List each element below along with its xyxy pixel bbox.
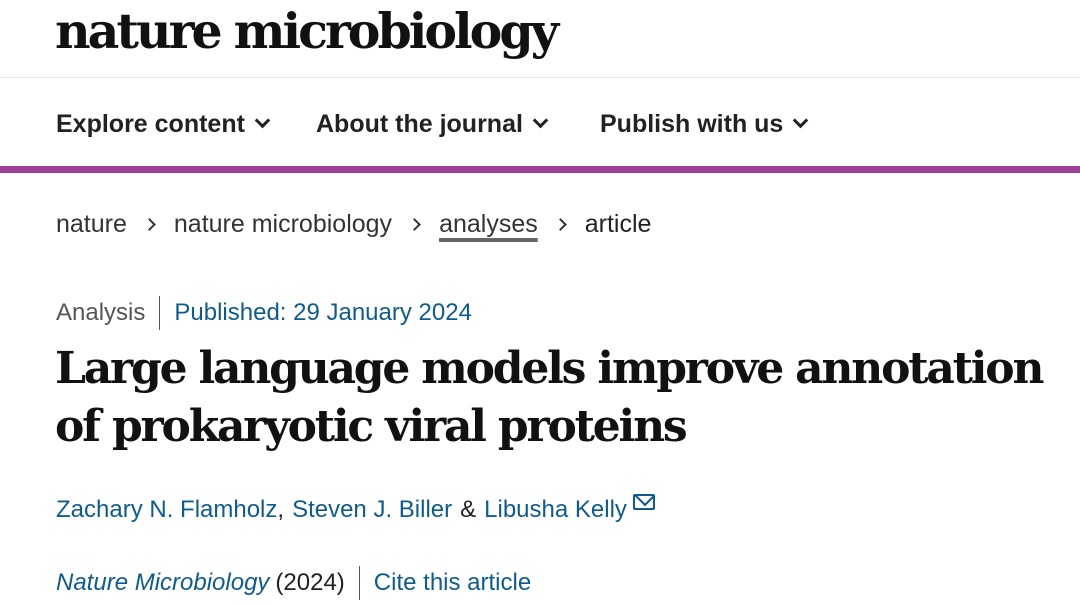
nav-item-label: Publish with us (600, 109, 784, 138)
author-separator: , (277, 496, 285, 523)
chevron-down-icon (793, 112, 809, 128)
nav-publish-with-us[interactable]: Publish with us (600, 109, 809, 139)
breadcrumb-nature-microbiology[interactable]: nature microbiology (174, 210, 392, 239)
author-link[interactable]: Zachary N. Flamholz (56, 496, 277, 524)
journal-logo[interactable]: nature microbiology (55, 2, 559, 60)
chevron-down-icon (254, 112, 271, 128)
author-separator: & (460, 496, 477, 523)
citation-year: (2024) (275, 569, 345, 596)
masthead: nature microbiology (0, 0, 1080, 78)
citation-line: Nature Microbiology (2024) Cite this art… (56, 565, 531, 601)
breadcrumb: nature nature microbiology analyses arti… (56, 207, 651, 241)
breadcrumb-nature[interactable]: nature (56, 210, 127, 239)
meta-divider (159, 296, 161, 330)
breadcrumb-article: article (584, 209, 652, 238)
article-type: Analysis (56, 299, 146, 326)
chevron-right-icon (408, 217, 421, 231)
nav-item-label: Explore content (56, 109, 245, 138)
author-link[interactable]: Steven J. Biller (292, 496, 452, 524)
chevron-right-icon (553, 217, 567, 231)
article-title: Large language models improve annotation… (55, 343, 1044, 452)
nav-item-label: About the journal (316, 109, 523, 138)
chevron-right-icon (143, 217, 156, 231)
nav-about-the-journal[interactable]: About the journal (316, 109, 549, 139)
author-link[interactable]: Libusha Kelly (484, 496, 627, 524)
citation-divider (358, 566, 360, 600)
cite-this-article-link[interactable]: Cite this article (374, 569, 531, 597)
breadcrumb-analyses[interactable]: analyses (439, 210, 538, 239)
journal-name[interactable]: Nature Microbiology (56, 569, 269, 597)
published-date: Published: 29 January 2024 (174, 299, 472, 326)
article-meta: Analysis Published: 29 January 2024 (56, 296, 472, 330)
chevron-down-icon (532, 112, 549, 128)
author-list: Zachary N. Flamholz , Steven J. Biller &… (56, 492, 655, 528)
nav-explore-content[interactable]: Explore content (56, 109, 271, 139)
mail-icon[interactable] (632, 494, 655, 510)
nav-accent-bar (0, 166, 1080, 173)
